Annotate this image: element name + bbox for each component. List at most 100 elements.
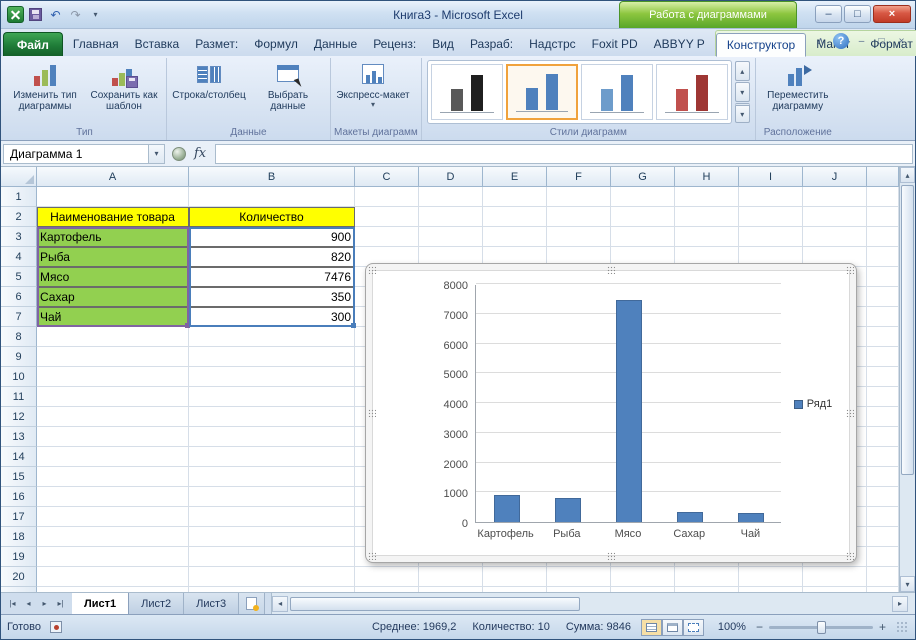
cell-K18[interactable]	[867, 527, 899, 547]
contextual-tab-0[interactable]: Конструктор	[716, 33, 806, 57]
row-header-6[interactable]: 6	[1, 287, 37, 307]
cell-A18[interactable]	[37, 527, 189, 547]
normal-view-button[interactable]	[641, 619, 662, 636]
chart-style-blue[interactable]	[506, 64, 578, 120]
cell-A14[interactable]	[37, 447, 189, 467]
page-layout-view-button[interactable]	[662, 619, 683, 636]
cell-B2[interactable]: Количество	[189, 207, 355, 227]
vertical-scroll-thumb[interactable]	[901, 185, 914, 475]
cell-C1[interactable]	[355, 187, 419, 207]
excel-app-icon[interactable]	[7, 6, 24, 23]
row-header-1[interactable]: 1	[1, 187, 37, 207]
undo-button[interactable]: ↶	[47, 6, 64, 23]
name-box-dropdown-icon[interactable]: ▾	[149, 144, 165, 164]
column-header-overflow[interactable]	[867, 167, 899, 187]
cell-I1[interactable]	[739, 187, 803, 207]
cell-H20[interactable]	[675, 567, 739, 587]
close-button[interactable]: ×	[873, 5, 911, 23]
ribbon-tab-4[interactable]: Данные	[306, 32, 365, 56]
cell-J2[interactable]	[803, 207, 867, 227]
ribbon-tab-7[interactable]: Разраб:	[462, 32, 521, 56]
select-data-button[interactable]: Выбрать данные	[249, 59, 327, 125]
cell-B6[interactable]: 350	[189, 287, 355, 307]
name-box[interactable]: Диаграмма 1	[3, 144, 149, 164]
workbook-close-icon[interactable]: ×	[894, 34, 909, 49]
chart-bar-1[interactable]	[555, 498, 581, 522]
chart-style-blue-bevel[interactable]	[581, 64, 653, 120]
ribbon-tab-6[interactable]: Вид	[424, 32, 462, 56]
page-break-view-button[interactable]	[683, 619, 704, 636]
select-all-corner[interactable]	[1, 167, 37, 187]
row-header-12[interactable]: 12	[1, 407, 37, 427]
chart-handle[interactable]	[846, 266, 854, 274]
cell-A19[interactable]	[37, 547, 189, 567]
quick-layout-button[interactable]: Экспресс-макет ▾	[334, 59, 412, 125]
gallery-down-icon[interactable]: ▾	[735, 82, 750, 102]
cell-K12[interactable]	[867, 407, 899, 427]
cell-A12[interactable]	[37, 407, 189, 427]
cell-B18[interactable]	[189, 527, 355, 547]
chart-area[interactable]: 010002000300040005000600070008000 Картоф…	[372, 270, 850, 556]
horizontal-scroll-track[interactable]	[288, 596, 892, 612]
scroll-right-icon[interactable]: ▸	[892, 596, 908, 612]
sheet-tab-1[interactable]: Лист2	[129, 593, 184, 614]
chart-bar-0[interactable]	[494, 495, 520, 522]
cell-H1[interactable]	[675, 187, 739, 207]
cell-C3[interactable]	[355, 227, 419, 247]
maximize-button[interactable]: □	[844, 5, 871, 23]
cell-J20[interactable]	[803, 567, 867, 587]
row-header-20[interactable]: 20	[1, 567, 37, 587]
cell-K15[interactable]	[867, 467, 899, 487]
cell-A7[interactable]: Чай	[37, 307, 189, 327]
cell-B11[interactable]	[189, 387, 355, 407]
row-header-7[interactable]: 7	[1, 307, 37, 327]
insert-function-icon[interactable]: fx	[194, 146, 206, 161]
chart[interactable]: 010002000300040005000600070008000 Картоф…	[365, 263, 857, 563]
file-tab[interactable]: Файл	[3, 32, 63, 56]
cell-D2[interactable]	[419, 207, 483, 227]
row-header-15[interactable]: 15	[1, 467, 37, 487]
column-header-A[interactable]: A	[37, 167, 189, 187]
ribbon-tab-10[interactable]: ABBYY P	[646, 32, 713, 56]
cell-B13[interactable]	[189, 427, 355, 447]
row-header-11[interactable]: 11	[1, 387, 37, 407]
column-header-C[interactable]: C	[355, 167, 419, 187]
collapse-ribbon-icon[interactable]: ∧	[813, 34, 828, 49]
cell-A5[interactable]: Мясо	[37, 267, 189, 287]
cell-G21[interactable]	[611, 587, 675, 592]
cell-K10[interactable]	[867, 367, 899, 387]
insert-sheet-tab[interactable]	[239, 593, 265, 614]
row-header-13[interactable]: 13	[1, 427, 37, 447]
cell-G1[interactable]	[611, 187, 675, 207]
row-header-4[interactable]: 4	[1, 247, 37, 267]
sheet-tab-0[interactable]: Лист1	[72, 593, 129, 614]
ribbon-tab-3[interactable]: Формул	[246, 32, 306, 56]
row-header-14[interactable]: 14	[1, 447, 37, 467]
row-header-18[interactable]: 18	[1, 527, 37, 547]
cell-I2[interactable]	[739, 207, 803, 227]
cell-A6[interactable]: Сахар	[37, 287, 189, 307]
next-sheet-icon[interactable]: ▸	[37, 596, 52, 612]
cell-G20[interactable]	[611, 567, 675, 587]
cell-D3[interactable]	[419, 227, 483, 247]
cell-B3[interactable]: 900	[189, 227, 355, 247]
ribbon-tab-9[interactable]: Foxit PD	[584, 32, 646, 56]
chart-plot-area[interactable]	[475, 285, 781, 523]
cell-F3[interactable]	[547, 227, 611, 247]
cell-K16[interactable]	[867, 487, 899, 507]
column-header-D[interactable]: D	[419, 167, 483, 187]
row-header-9[interactable]: 9	[1, 347, 37, 367]
row-header-10[interactable]: 10	[1, 367, 37, 387]
cell-B10[interactable]	[189, 367, 355, 387]
cell-A17[interactable]	[37, 507, 189, 527]
cell-B17[interactable]	[189, 507, 355, 527]
cell-F21[interactable]	[547, 587, 611, 592]
chart-style-red[interactable]	[656, 64, 728, 120]
minimize-button[interactable]: –	[815, 5, 842, 23]
cell-A8[interactable]	[37, 327, 189, 347]
cell-K9[interactable]	[867, 347, 899, 367]
column-header-I[interactable]: I	[739, 167, 803, 187]
scroll-left-icon[interactable]: ◂	[272, 596, 288, 612]
cell-K4[interactable]	[867, 247, 899, 267]
cell-E20[interactable]	[483, 567, 547, 587]
